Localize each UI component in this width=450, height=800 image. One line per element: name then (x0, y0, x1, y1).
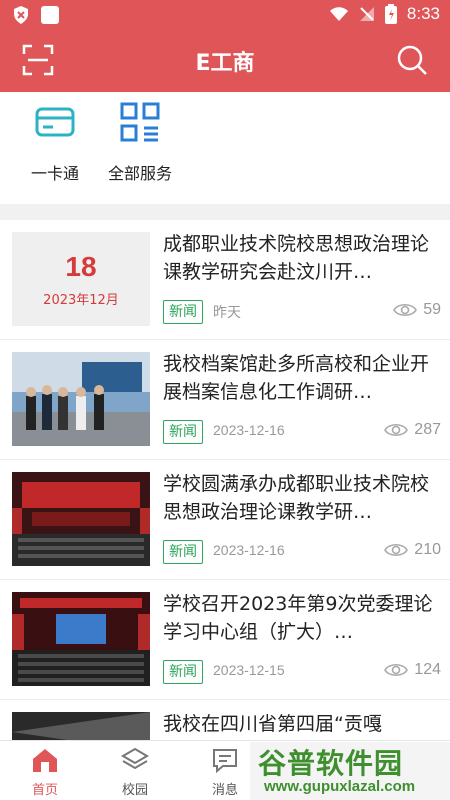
status-bar: 8:33 (0, 0, 450, 32)
eye-icon (384, 543, 409, 557)
list-item[interactable]: 18 2023年12月 成都职业技术院校思想政治理论课教学研究会赴汶川开… 新闻… (0, 220, 450, 340)
shield-x-icon (14, 6, 28, 24)
news-photo (12, 712, 150, 740)
home-icon (33, 749, 57, 772)
list-item[interactable]: 我校档案馆赴多所高校和企业开展档案信息化工作调研… 新闻 2023-12-16 … (0, 340, 450, 460)
tab-campus[interactable]: 校园 (105, 747, 165, 798)
category-tag: 新闻 (163, 660, 203, 684)
view-count-value: 287 (414, 421, 441, 438)
news-title: 学校圆满承办成都职业技术院校思想政治理论课教学研… (163, 473, 430, 523)
news-title: 我校在四川省第四届“贡嘎 (163, 713, 382, 735)
message-icon (213, 749, 237, 774)
page-title: E工商 (195, 51, 255, 76)
eye-icon (384, 663, 409, 677)
list-item[interactable]: 学校召开2023年第9次党委理论学习中心组（扩大）… 新闻 2023-12-15… (0, 580, 450, 700)
tab-home[interactable]: 首页 (15, 747, 75, 798)
category-tag: 新闻 (163, 300, 203, 324)
news-meta: 新闻 昨天 59 (163, 300, 441, 324)
date-year-month: 2023年12月 (43, 292, 119, 308)
watermark-url: www.gupuxlazal.com (264, 778, 416, 795)
quick-actions: 一卡通 全部服务 (0, 92, 450, 204)
quick-action-all-services[interactable]: 全部服务 (95, 100, 185, 184)
app-bar: E工商 (0, 32, 450, 92)
layers-icon (121, 747, 149, 770)
notification-square-icon (41, 6, 59, 24)
watermark-title: 谷普软件园 (258, 747, 404, 780)
no-signal-icon (359, 7, 374, 21)
tab-messages[interactable]: 消息 (195, 747, 255, 798)
list-item[interactable]: 我校在四川省第四届“贡嘎 (0, 700, 450, 740)
news-title: 成都职业技术院校思想政治理论课教学研究会赴汶川开… (163, 233, 430, 283)
news-date: 2023-12-15 (213, 662, 285, 678)
view-count-value: 210 (414, 541, 441, 558)
grid-menu-icon (120, 102, 160, 142)
category-tag: 新闻 (163, 420, 203, 444)
news-title: 学校召开2023年第9次党委理论学习中心组（扩大）… (163, 593, 433, 643)
news-date: 昨天 (213, 304, 241, 320)
news-meta: 新闻 2023-12-16 210 (163, 540, 441, 564)
news-date: 2023-12-16 (213, 542, 285, 558)
view-count-value: 124 (414, 661, 441, 678)
news-meta: 新闻 2023-12-15 124 (163, 660, 441, 684)
quick-action-label: 一卡通 (30, 164, 79, 183)
view-count: 59 (393, 301, 441, 319)
tab-label: 校园 (121, 783, 148, 798)
view-count-value: 59 (423, 301, 441, 318)
news-title: 我校档案馆赴多所高校和企业开展档案信息化工作调研… (163, 353, 430, 403)
section-divider (0, 204, 450, 220)
quick-action-label: 全部服务 (107, 164, 172, 183)
view-count: 210 (384, 541, 441, 559)
clock: 8:33 (406, 4, 440, 23)
news-photo (12, 352, 150, 446)
watermark: 谷普软件园 www.gupuxlazal.com (250, 742, 450, 800)
battery-icon (384, 4, 397, 24)
news-meta: 新闻 2023-12-16 287 (163, 420, 441, 444)
list-item[interactable]: 学校圆满承办成都职业技术院校思想政治理论课教学研… 新闻 2023-12-16 … (0, 460, 450, 580)
date-day: 18 (65, 250, 97, 282)
tab-label: 消息 (211, 783, 238, 798)
search-icon[interactable] (396, 44, 428, 76)
quick-action-card[interactable]: 一卡通 (10, 100, 100, 184)
news-photo (12, 472, 150, 566)
news-photo (12, 592, 150, 686)
view-count: 287 (384, 421, 441, 439)
news-date: 2023-12-16 (213, 422, 285, 438)
eye-icon (384, 423, 409, 437)
date-thumbnail: 18 2023年12月 (12, 232, 150, 326)
news-list: 18 2023年12月 成都职业技术院校思想政治理论课教学研究会赴汶川开… 新闻… (0, 220, 450, 740)
eye-icon (393, 303, 418, 317)
view-count: 124 (384, 661, 441, 679)
category-tag: 新闻 (163, 540, 203, 564)
card-icon (35, 107, 75, 137)
tab-label: 首页 (31, 783, 58, 798)
wifi-icon (329, 7, 348, 21)
